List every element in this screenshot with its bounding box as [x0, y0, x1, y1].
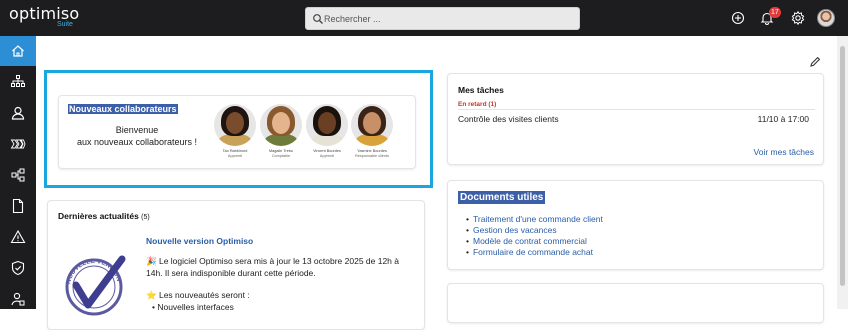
document-link[interactable]: Gestion des vacances	[466, 225, 603, 236]
documents-list: Traitement d'une commande client Gestion…	[466, 214, 603, 258]
news-headline[interactable]: Nouvelle version Optimiso	[146, 236, 253, 246]
news-card: Dernières actualités (5) NOUVELLE VERSIO…	[47, 200, 425, 330]
notification-badge: 17	[769, 7, 781, 18]
welcome-card: Nouveaux collaborateurs Bienvenue aux no…	[58, 95, 416, 169]
search-bar[interactable]	[305, 7, 580, 30]
news-bullet: • Nouvelles interfaces	[152, 302, 234, 312]
tasks-card: Mes tâches En retard (1) Contrôle des vi…	[447, 73, 824, 165]
user-settings-icon	[11, 292, 25, 306]
gear-icon[interactable]	[790, 10, 806, 26]
search-icon	[313, 14, 323, 24]
home-icon	[12, 45, 24, 57]
structure-icon	[11, 168, 25, 182]
edit-pencil-icon[interactable]	[808, 55, 822, 69]
sidebar-item-user-settings[interactable]	[0, 284, 36, 314]
scrollbar[interactable]	[837, 36, 848, 309]
scrollbar-thumb[interactable]	[840, 46, 845, 286]
collaborator-role: Apprenti	[319, 154, 335, 158]
welcome-title: Nouveaux collaborateurs	[68, 104, 178, 114]
document-link[interactable]: Traitement d'une commande client	[466, 214, 603, 225]
org-chart-icon	[11, 75, 25, 87]
collaborator-photo	[351, 104, 393, 146]
plus-circle-icon[interactable]	[730, 10, 746, 26]
collaborator-card: Tao Rabbinord Apprenti	[213, 104, 257, 159]
task-due-date: 11/10 à 17:00	[757, 114, 809, 124]
view-tasks-link[interactable]: Voir mes tâches	[754, 147, 814, 157]
collaborator-card: Magalie Trebo Comptable	[259, 104, 303, 159]
news-body: 🎉 Le logiciel Optimiso sera mis à jour l…	[146, 256, 399, 278]
document-link[interactable]: Modèle de contrat commercial	[466, 236, 603, 247]
sidebar-item-structure[interactable]	[0, 160, 36, 190]
sidebar-item-risks[interactable]	[0, 222, 36, 252]
document-link[interactable]: Formulaire de commande achat	[466, 247, 603, 258]
collaborator-role: Apprenti	[227, 154, 243, 158]
warning-icon	[10, 229, 26, 244]
task-item[interactable]: Contrôle des visites clients	[458, 114, 559, 124]
top-bar: optimiso Suite 17	[0, 0, 848, 36]
process-icon	[10, 139, 26, 149]
bottom-card	[447, 283, 824, 323]
collaborator-photo	[306, 104, 348, 146]
documents-card: Documents utiles Traitement d'une comman…	[447, 180, 824, 270]
news-title: Dernières actualités (5)	[58, 211, 150, 221]
welcome-message: Bienvenue aux nouveaux collaborateurs !	[76, 125, 198, 147]
sidebar-item-documents[interactable]	[0, 191, 36, 221]
tasks-title: Mes tâches	[458, 85, 504, 95]
sidebar-item-processes[interactable]	[0, 129, 36, 159]
sidebar-item-users[interactable]	[0, 98, 36, 128]
collaborator-photo	[260, 104, 302, 146]
search-input[interactable]	[324, 10, 574, 27]
sidebar	[0, 36, 36, 309]
divider	[458, 109, 815, 110]
late-label: En retard (1)	[458, 101, 497, 108]
collaborator-photo	[214, 104, 256, 146]
sidebar-item-security[interactable]	[0, 253, 36, 283]
document-icon	[12, 198, 24, 214]
user-avatar[interactable]	[817, 9, 835, 27]
news-subtitle: ⭐ Les nouveautés seront :	[146, 290, 250, 300]
collaborator-role: Responsable clients	[355, 154, 389, 158]
documents-title: Documents utiles	[458, 191, 546, 204]
sidebar-item-organigram[interactable]	[0, 66, 36, 96]
user-icon	[11, 106, 25, 120]
shield-icon	[11, 260, 25, 276]
collaborator-card: Yasmine Bourdes Responsable clients	[350, 104, 394, 159]
collaborator-card: Vincent Bourdes Apprenti	[305, 104, 349, 159]
collaborator-role: Comptable	[271, 154, 291, 158]
logo-suite-label: Suite	[57, 21, 73, 28]
sidebar-item-home[interactable]	[0, 36, 36, 66]
